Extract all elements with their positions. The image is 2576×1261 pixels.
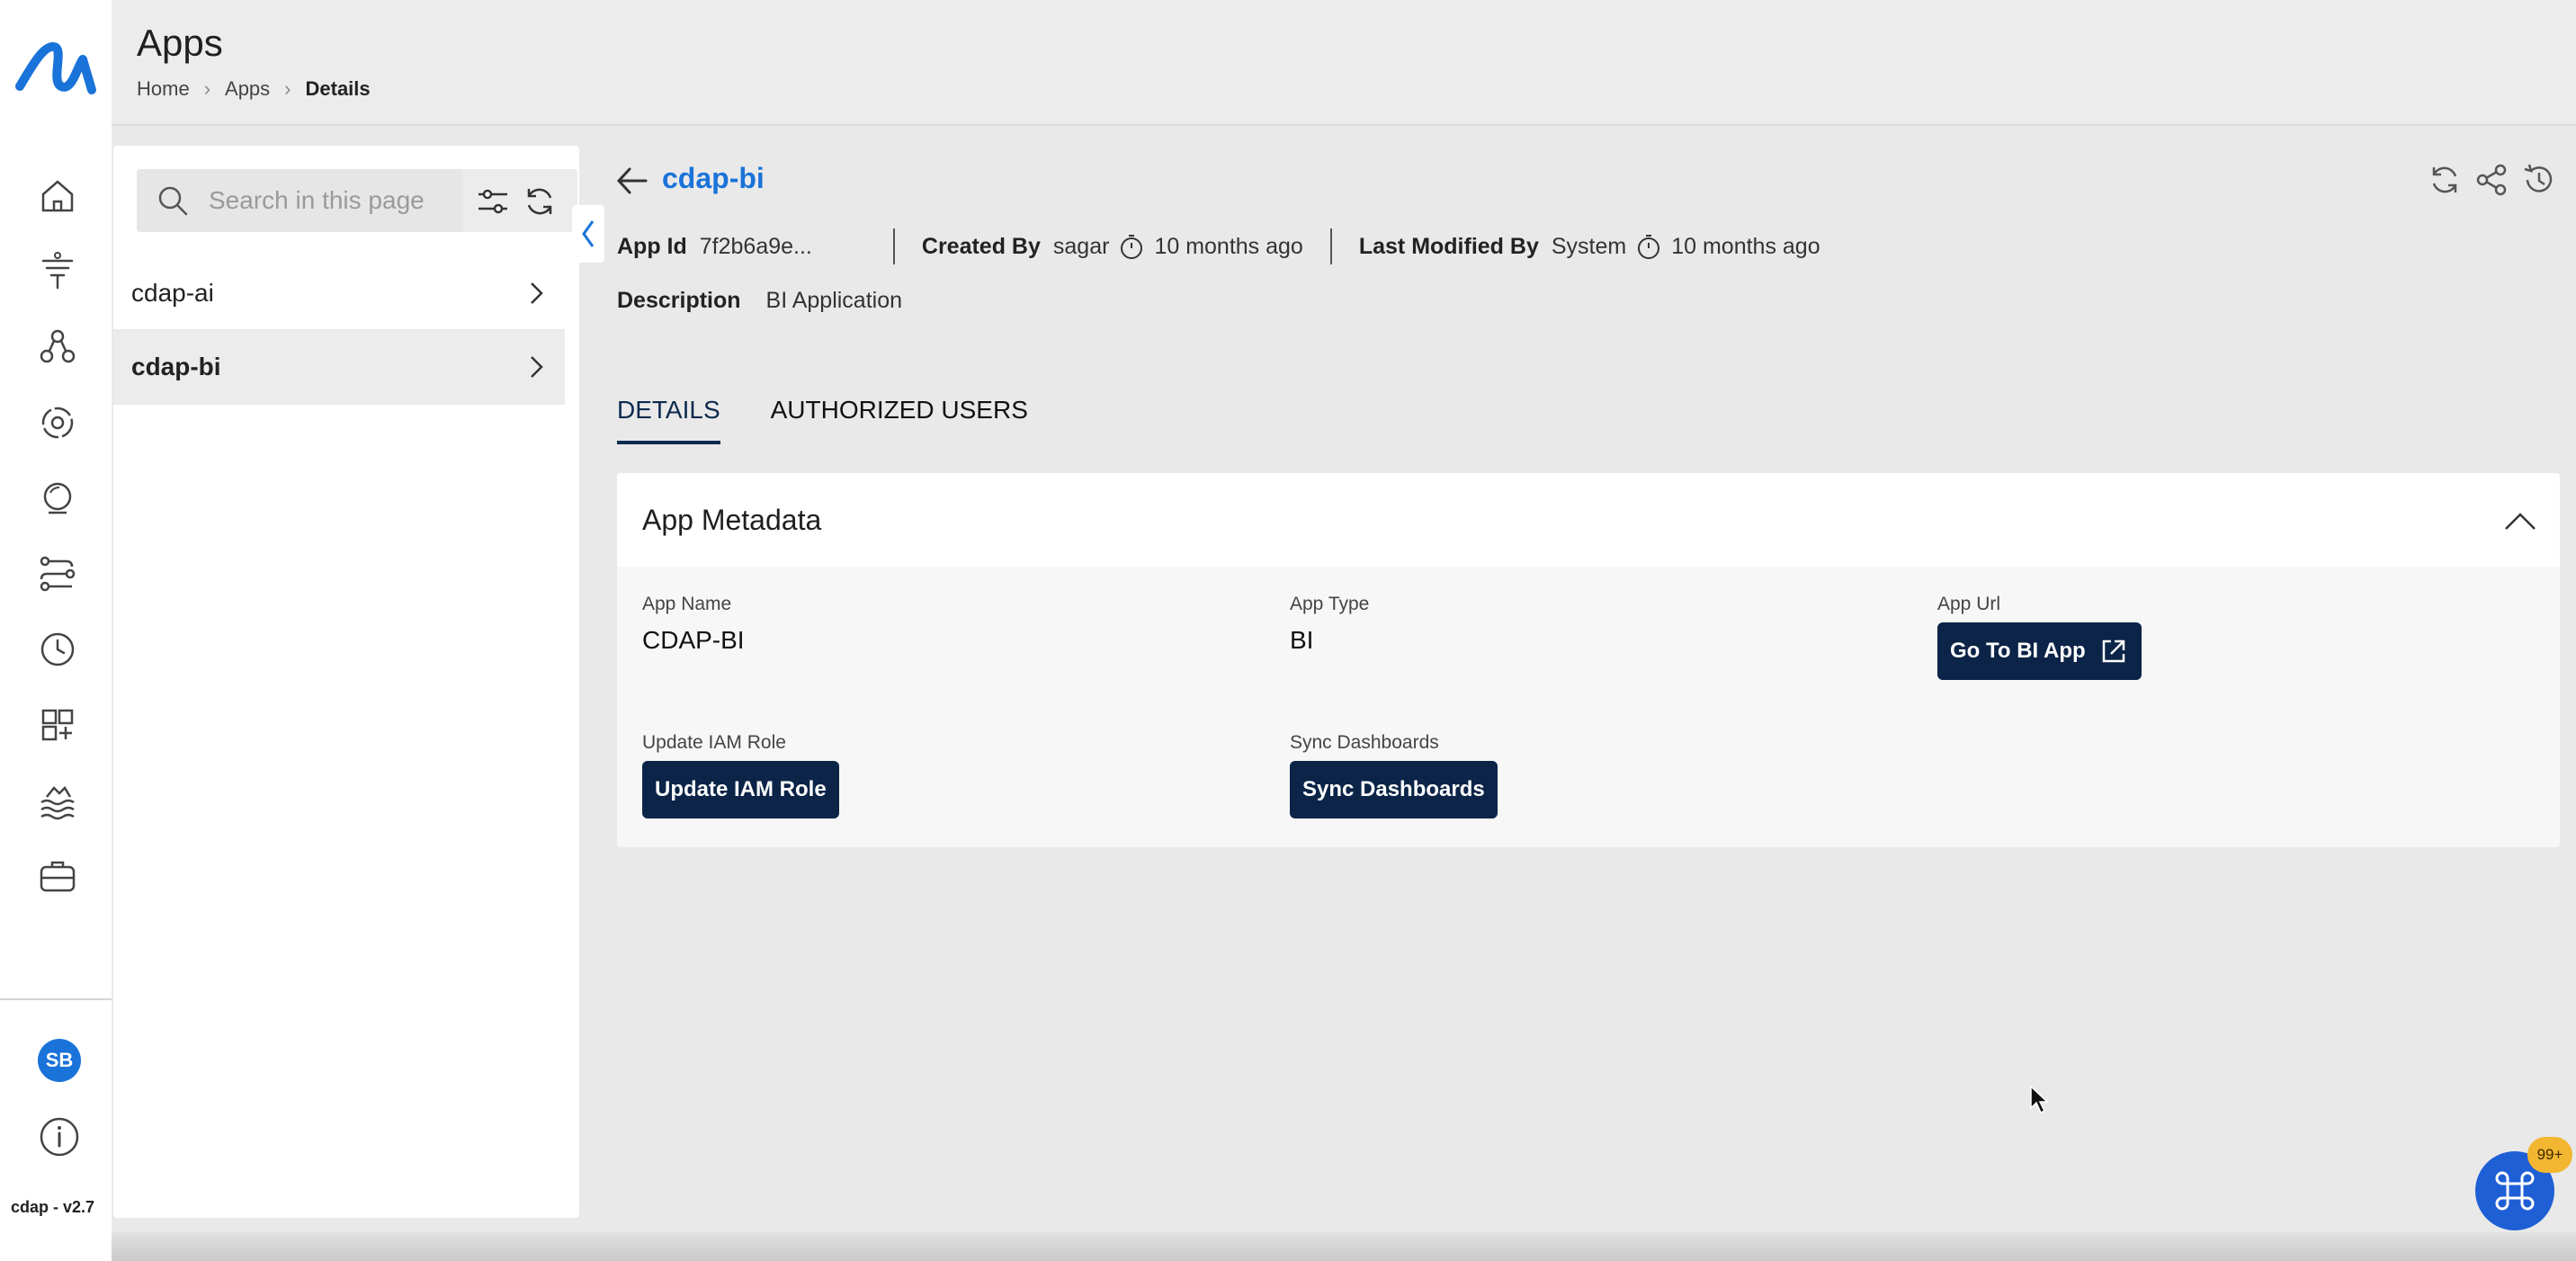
go-to-bi-app-button[interactable]: Go To BI App — [1937, 622, 2142, 680]
created-by-value: sagar — [1052, 233, 1110, 259]
funnel-icon[interactable] — [32, 246, 83, 297]
modified-time: 10 months ago — [1671, 233, 1820, 259]
search-field[interactable] — [137, 169, 462, 232]
list-item-label: cdap-bi — [131, 353, 221, 380]
refresh-icon[interactable] — [2427, 162, 2463, 198]
chevron-up-icon[interactable] — [2502, 504, 2538, 540]
app-url-field: App Url Go To BI App — [1937, 594, 2142, 680]
filter-sliders-icon[interactable] — [475, 183, 511, 219]
command-icon — [2495, 1171, 2535, 1211]
update-iam-role-button[interactable]: Update IAM Role — [642, 761, 839, 818]
nav-rail: SB cdap - v2.7 — [0, 0, 112, 1261]
created-time: 10 months ago — [1154, 233, 1303, 259]
sync-dashboards-button[interactable]: Sync Dashboards — [1290, 761, 1498, 818]
clock-icon[interactable] — [32, 624, 83, 675]
bottom-edge — [112, 1232, 2576, 1261]
rail-divider — [0, 998, 112, 1000]
list-item[interactable]: cdap-bi — [113, 331, 565, 405]
chevron-right-icon: › — [203, 77, 211, 100]
update-iam-field: Update IAM Role Update IAM Role — [642, 732, 839, 818]
created-by-label: Created By — [921, 233, 1041, 259]
mouse-cursor-icon — [2030, 1085, 2049, 1114]
chevron-right-icon: › — [284, 77, 291, 100]
search-toolbar — [137, 169, 577, 232]
app-metadata-card: App Metadata App Name CDAP-BI App Type B… — [617, 473, 2560, 847]
app-name-label: App Name — [642, 594, 732, 614]
chevron-left-icon — [582, 220, 595, 247]
description-row: Description BI Application — [617, 288, 902, 314]
detail-tabs: DETAILS AUTHORIZED USERS — [617, 387, 1078, 444]
list-item[interactable]: cdap-ai — [113, 257, 565, 331]
home-icon[interactable] — [32, 171, 83, 221]
settings-cycle-icon[interactable] — [32, 398, 83, 448]
search-input[interactable] — [209, 186, 461, 215]
app-type-field: App Type BI — [1290, 594, 1369, 655]
notification-badge: 99+ — [2527, 1137, 2572, 1173]
pipeline-icon[interactable] — [32, 549, 83, 599]
app-metadata-header[interactable]: App Metadata — [617, 473, 2560, 567]
breadcrumb-details: Details — [305, 77, 371, 100]
app-name-value: CDAP-BI — [642, 626, 745, 654]
breadcrumb-home[interactable]: Home — [137, 77, 190, 101]
lake-icon[interactable] — [32, 775, 83, 826]
info-icon[interactable] — [38, 1115, 81, 1158]
tab-details[interactable]: DETAILS — [617, 387, 720, 444]
card-title: App Metadata — [642, 503, 822, 536]
modified-by-value: System — [1551, 233, 1627, 259]
breadcrumb: Home › Apps › Details — [137, 77, 371, 101]
page-title: Apps — [137, 22, 223, 64]
update-iam-label: Update IAM Role — [642, 732, 786, 753]
description-value: BI Application — [765, 288, 903, 313]
go-to-bi-app-label: Go To BI App — [1950, 639, 2086, 663]
divider — [892, 228, 895, 264]
breadcrumb-apps[interactable]: Apps — [225, 77, 270, 101]
divider — [1329, 228, 1332, 264]
app-id-label: App Id — [617, 233, 687, 259]
search-icon — [158, 186, 188, 216]
external-link-icon — [2102, 639, 2124, 663]
refresh-icon[interactable] — [522, 183, 558, 219]
briefcase-icon[interactable] — [32, 851, 83, 901]
app-url-label: App Url — [1937, 594, 2001, 614]
puzzle-icon[interactable] — [32, 700, 83, 750]
apps-list-panel: cdap-ai cdap-bi — [113, 146, 579, 1218]
history-icon[interactable] — [2520, 162, 2556, 198]
app-type-value: BI — [1290, 626, 1314, 654]
back-arrow-icon[interactable] — [613, 162, 651, 200]
list-item-label: cdap-ai — [131, 279, 214, 307]
app-title: cdap-bi — [662, 162, 765, 194]
modified-by-label: Last Modified By — [1358, 233, 1539, 259]
detail-actions — [2427, 162, 2556, 198]
chevron-right-icon — [531, 356, 543, 378]
timer-icon — [1121, 235, 1143, 259]
app-version: cdap - v2.7 — [11, 1198, 95, 1216]
app-name-field: App Name CDAP-BI — [642, 594, 745, 655]
chevron-right-icon — [531, 282, 543, 304]
share-icon[interactable] — [2473, 162, 2509, 198]
app-type-label: App Type — [1290, 594, 1370, 614]
app-detail: cdap-bi App Id 7f2b6a9e... Created By sa… — [604, 146, 2576, 1225]
app-id-value: 7f2b6a9e... — [699, 233, 812, 259]
sync-dashboards-field: Sync Dashboards Sync Dashboards — [1290, 732, 1498, 818]
timer-icon — [1638, 235, 1660, 259]
collapse-panel-button[interactable] — [572, 205, 604, 263]
brand-logo[interactable] — [13, 27, 99, 113]
tab-authorized-users[interactable]: AUTHORIZED USERS — [771, 387, 1028, 444]
globe-icon[interactable] — [32, 473, 83, 523]
page-header: Apps Home › Apps › Details — [112, 0, 2576, 126]
app-meta-row: App Id 7f2b6a9e... Created By sagar 10 m… — [617, 228, 1820, 264]
network-icon[interactable] — [32, 322, 83, 372]
sync-dashboards-label: Sync Dashboards — [1290, 732, 1439, 753]
description-label: Description — [617, 288, 741, 313]
avatar[interactable]: SB — [38, 1039, 81, 1082]
